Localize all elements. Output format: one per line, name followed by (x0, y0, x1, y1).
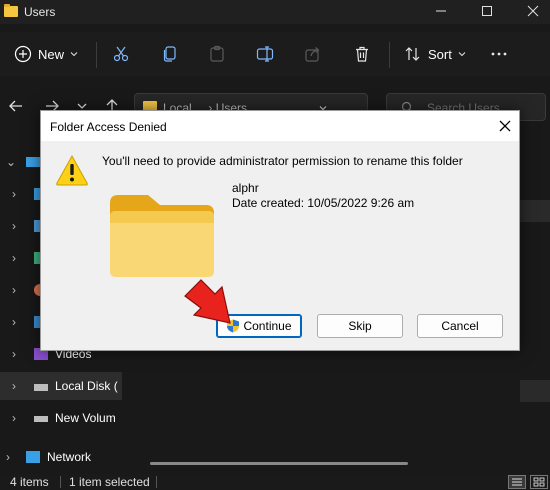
network-icon (26, 451, 40, 463)
rename-icon (256, 46, 274, 62)
chevron-right-icon: › (12, 315, 16, 329)
chevron-down-icon: ⌄ (6, 155, 17, 169)
command-bar: New Sort (0, 32, 550, 76)
skip-label: Skip (348, 319, 372, 333)
window-close-icon[interactable] (522, 2, 544, 22)
close-icon (499, 120, 511, 132)
chevron-right-icon: › (12, 379, 16, 393)
back-button[interactable] (4, 94, 28, 118)
cancel-button[interactable]: Cancel (417, 314, 503, 338)
new-label: New (38, 46, 65, 62)
status-divider (156, 476, 157, 488)
plus-circle-icon (14, 45, 32, 63)
sidebar-item-new-volume[interactable]: › New Volum (0, 404, 122, 432)
chevron-right-icon: › (12, 219, 16, 233)
tiles-view-button[interactable] (530, 475, 548, 489)
folder-icon (4, 4, 18, 17)
chevron-down-icon (70, 52, 78, 57)
more-options-button[interactable] (490, 32, 508, 76)
horizontal-scrollbar[interactable] (150, 462, 408, 465)
skip-button[interactable]: Skip (317, 314, 403, 338)
paste-icon (210, 45, 224, 62)
details-view-icon (512, 478, 522, 486)
sidebar-item-label: Network (47, 450, 92, 464)
sidebar-item-label: Local Disk ( (55, 379, 118, 393)
folder-access-denied-dialog: Folder Access Denied You'll need to prov… (40, 110, 520, 351)
trash-icon (356, 46, 368, 62)
delete-button[interactable] (353, 32, 371, 76)
toolbar-divider (389, 42, 390, 68)
window-title: Users (24, 5, 56, 19)
chevron-right-icon: › (12, 411, 16, 425)
rename-button[interactable] (256, 32, 274, 76)
dialog-message: You'll need to provide administrator per… (102, 154, 463, 168)
maximize-icon[interactable] (476, 2, 498, 22)
new-button[interactable]: New (14, 32, 79, 76)
file-date-created: Date created: 10/05/2022 9:26 am (232, 196, 415, 210)
tiles-view-icon (533, 477, 545, 487)
status-divider (60, 476, 61, 488)
red-arrow-annotation (184, 279, 231, 324)
folder-icon (110, 195, 214, 277)
dialog-title: Folder Access Denied (50, 120, 167, 134)
arrow-left-icon (9, 100, 22, 112)
cancel-label: Cancel (441, 319, 479, 333)
selection-count: 1 item selected (69, 475, 150, 489)
file-row[interactable] (520, 200, 550, 222)
sidebar-item-label: New Volum (55, 411, 116, 425)
sidebar-item-network[interactable]: › Network (0, 444, 122, 470)
chevron-right-icon: › (6, 450, 10, 464)
file-name: alphr (232, 181, 259, 195)
continue-label: Continue (243, 319, 292, 333)
toolbar-divider (96, 42, 97, 68)
warning-icon (56, 154, 88, 186)
dialog-close-button[interactable] (495, 116, 515, 136)
copy-icon (163, 46, 176, 62)
chevron-right-icon: › (12, 347, 16, 361)
more-icon (491, 52, 507, 56)
sort-icon (405, 47, 420, 61)
sort-button[interactable]: Sort (404, 32, 467, 76)
chevron-right-icon: › (12, 251, 16, 265)
paste-button[interactable] (208, 32, 226, 76)
item-count: 4 items (10, 475, 49, 489)
window-titlebar: Users (0, 0, 550, 24)
minimize-icon[interactable] (430, 2, 452, 22)
share-icon (305, 47, 320, 62)
chevron-down-icon (458, 52, 466, 57)
details-view-button[interactable] (508, 475, 526, 489)
chevron-right-icon: › (12, 187, 16, 201)
dialog-titlebar: Folder Access Denied (41, 111, 519, 141)
sidebar-item-local-disk[interactable]: › Local Disk ( (0, 372, 122, 400)
status-bar: 4 items 1 item selected (0, 474, 550, 490)
file-row[interactable] (520, 380, 550, 402)
cut-icon (113, 46, 129, 62)
sort-label: Sort (428, 46, 452, 62)
chevron-right-icon: › (12, 283, 16, 297)
cut-button[interactable] (112, 32, 130, 76)
copy-button[interactable] (161, 32, 179, 76)
drive-icon (34, 416, 48, 422)
share-button[interactable] (304, 32, 322, 76)
computer-icon (26, 157, 40, 167)
drive-icon (34, 384, 48, 391)
